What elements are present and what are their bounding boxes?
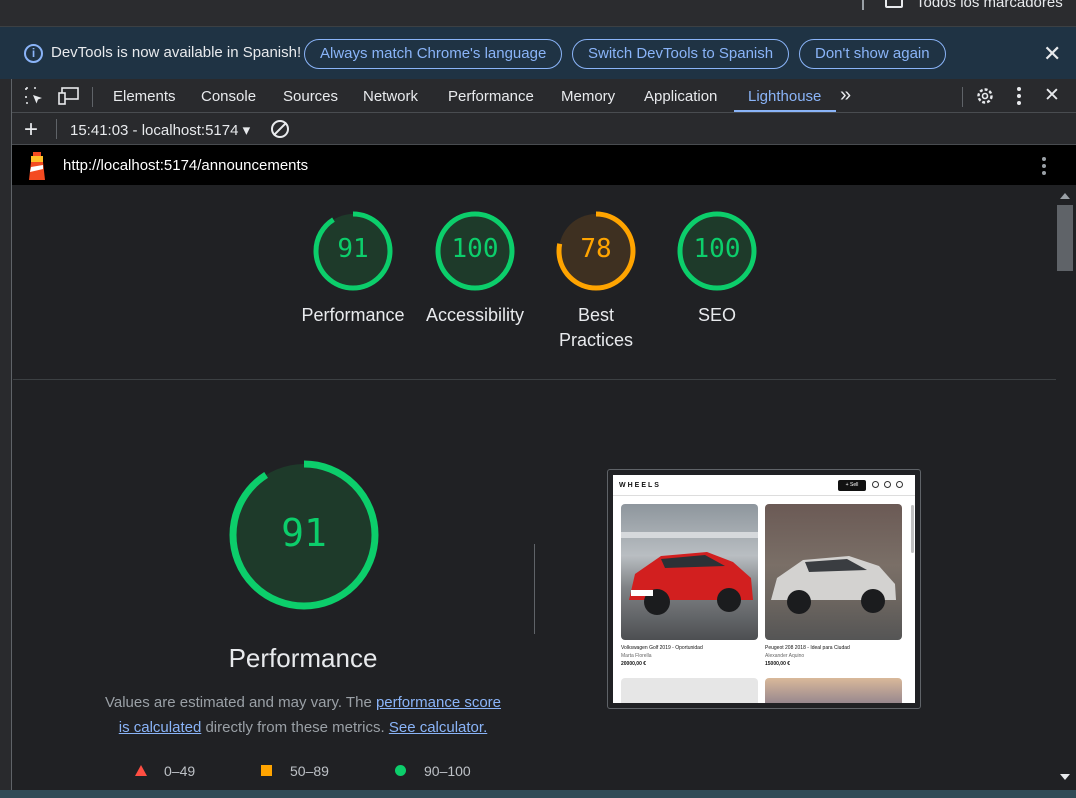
tab-performance[interactable]: Performance [448,88,534,105]
tab-sources[interactable]: Sources [283,88,338,105]
language-infobar: i DevTools is now available in Spanish! … [0,26,1076,79]
folder-icon[interactable] [885,0,903,8]
car-photo-peugeot [771,556,896,614]
tab-console[interactable]: Console [201,88,256,105]
pass-circle-icon [395,765,406,776]
settings-gear-icon[interactable] [975,86,995,106]
close-infobar-icon[interactable]: ✕ [1043,41,1061,67]
performance-description: Values are estimated and may vary. The p… [101,690,505,740]
sell-button: + Sell [838,480,866,491]
header-divider [613,495,915,496]
user-icon [896,481,903,488]
performance-large-score: 91 [281,511,327,555]
clear-reports-icon[interactable] [271,120,289,138]
lighthouse-logo-icon [29,152,45,180]
new-report-plus-icon[interactable]: + [24,116,38,144]
average-square-icon [261,765,272,776]
device-toolbar-icon[interactable] [58,87,80,105]
left-gutter [0,79,12,798]
tab-elements[interactable]: Elements [113,88,176,105]
score-value: 100 [451,234,499,264]
report-selector-label: 15:41:03 - localhost:5174 [70,122,239,139]
report-url-bar: http://localhost:5174/announcements [12,145,1076,185]
car-card-image-placeholder [621,678,758,703]
tab-application[interactable]: Application [644,88,717,105]
switch-to-spanish-button[interactable]: Switch DevTools to Spanish [572,39,790,69]
report-menu-icon[interactable] [1038,155,1050,177]
score-label[interactable]: SEO [637,303,797,328]
car-card-image-peugeot [765,504,902,640]
info-icon: i [24,44,43,63]
scrollbar-thumb[interactable] [1057,205,1073,271]
score-value: 78 [580,234,612,264]
inspect-element-icon[interactable] [24,86,44,106]
heart-icon [872,481,879,488]
car-card-image-golf [621,504,758,640]
screenshot-scrollbar [911,505,914,553]
lighthouse-report: 91 Performance 100 Accessibility 78 Best Pract… [13,185,1056,790]
description-middle: directly from these metrics. [201,719,389,736]
toolbar-divider [962,87,963,107]
more-options-icon[interactable] [1017,87,1021,105]
scroll-up-arrow-icon[interactable] [1060,193,1070,199]
final-screenshot[interactable]: WHEELS + Sell Volkswagen Golf 2019 - Opo… [607,469,921,709]
wheels-logo: WHEELS [619,482,661,489]
fail-triangle-icon [135,765,147,776]
tab-network[interactable]: Network [363,88,418,105]
tab-memory[interactable]: Memory [561,88,615,105]
car-price: 20000,00 € [621,661,647,667]
infobar-message: DevTools is now available in Spanish! [51,44,302,61]
tab-lighthouse[interactable]: Lighthouse [748,88,821,105]
screenshot-page: WHEELS + Sell Volkswagen Golf 2019 - Opo… [613,475,915,703]
more-tabs-chevron-icon[interactable]: » [840,84,851,107]
see-calculator-link[interactable]: See calculator. [389,719,487,736]
chevron-down-icon: ▾ [242,122,251,139]
report-scrollbar[interactable] [1056,185,1076,790]
section-separator [534,544,535,634]
report-url: http://localhost:5174/announcements [63,157,309,174]
score-label-line: Practices [558,330,634,350]
performance-section-title: Performance [228,643,378,673]
car-card-image-landscape [765,678,902,703]
score-value: 100 [693,234,741,264]
devtools-tabbar: Elements Console Sources Network Perform… [12,79,1076,113]
legend-pass: 90–100 [424,763,471,779]
description-prefix: Values are estimated and may vary. The [104,694,376,711]
car-seller: Alexander Aquino [765,653,805,659]
bookmarks-bar: Todos los marcadores [0,0,1076,26]
dont-show-again-button[interactable]: Don't show again [799,39,946,69]
car-title: Volkswagen Golf 2019 - Oportunidad [621,645,703,651]
always-match-language-button[interactable]: Always match Chrome's language [304,39,563,69]
legend-fail: 0–49 [164,763,196,779]
toolbar-divider [92,87,93,107]
chat-icon [884,481,891,488]
section-divider [13,379,1056,380]
all-bookmarks-label[interactable]: Todos los marcadores [916,0,1063,11]
car-photo-golf [621,532,758,615]
lighthouse-toolbar: + 15:41:03 - localhost:5174 ▾ [12,113,1076,145]
car-title: Peugeot 208 2018 - Ideal para Ciudad [765,645,850,651]
car-price: 15000,00 € [765,661,791,667]
bookmarks-separator [862,0,864,10]
close-devtools-icon[interactable]: ✕ [1044,84,1060,107]
scroll-down-arrow-icon[interactable] [1060,774,1070,780]
score-value: 91 [337,234,369,264]
bottom-drawer-edge [0,790,1076,798]
active-tab-indicator [734,110,836,112]
legend-average: 50–89 [290,763,329,779]
toolbar-divider [56,119,57,139]
report-selector[interactable]: 15:41:03 - localhost:5174 ▾ [70,121,250,139]
car-seller: Marta Florella [621,653,652,659]
